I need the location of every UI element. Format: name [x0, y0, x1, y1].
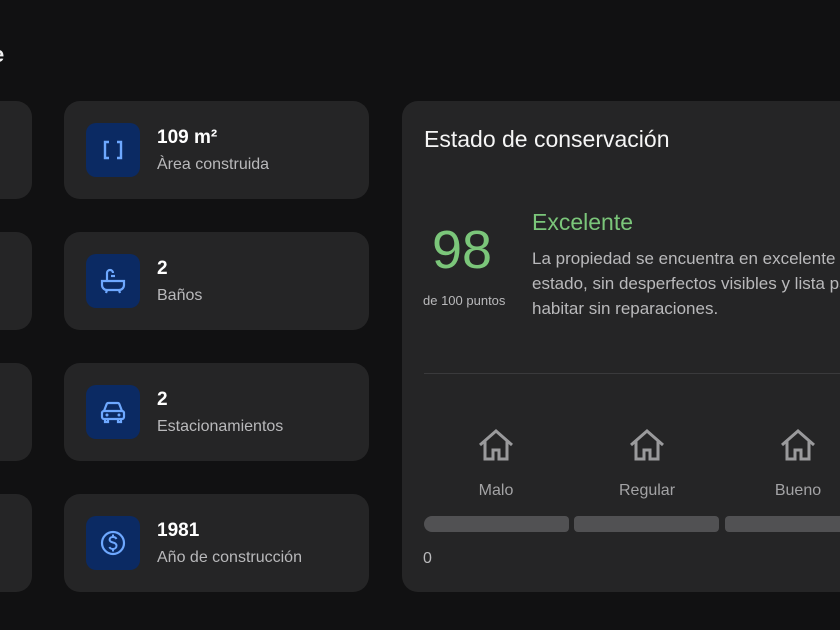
- scale-bar-segment: [574, 516, 719, 532]
- bathtub-icon: [86, 254, 140, 308]
- scale-min-label: 0: [423, 550, 432, 567]
- feature-value: 2: [157, 258, 168, 279]
- panel-title: Estado de conservación: [424, 126, 670, 152]
- feature-card-year: 1981 Año de construcción: [64, 494, 369, 592]
- section-title: e: [0, 42, 4, 68]
- page: e 109 m² Àrea construida 2 Baños: [0, 0, 840, 630]
- condition-panel: Estado de conservación 98 de 100 puntos …: [402, 101, 840, 592]
- score-caption: de 100 puntos: [423, 293, 506, 308]
- feature-label: Estacionamientos: [157, 418, 284, 435]
- scale-bar-segment: [424, 516, 569, 532]
- feature-value: 1981: [157, 520, 200, 541]
- divider: [424, 373, 840, 374]
- car-icon: [86, 385, 140, 439]
- feature-card-bathrooms: 2 Baños: [64, 232, 369, 330]
- scale-item-bueno[interactable]: Bueno: [743, 427, 840, 500]
- house-icon: [628, 427, 666, 468]
- scale-item-regular[interactable]: Regular: [592, 427, 702, 500]
- rating-label: Excelente: [532, 209, 634, 235]
- feature-value: 2: [157, 389, 168, 410]
- feature-label: Àrea construida: [157, 156, 270, 173]
- feature-label: Año de construcción: [157, 549, 302, 566]
- feature-card-area: 109 m² Àrea construida: [64, 101, 369, 199]
- scale-label: Malo: [478, 482, 514, 499]
- scale-bar-segment: [725, 516, 840, 532]
- scale-label: Regular: [618, 482, 676, 499]
- left-card[interactable]: [0, 232, 32, 330]
- left-card[interactable]: [0, 363, 32, 461]
- dollar-coin-icon: [86, 516, 140, 570]
- scale-label: Bueno: [774, 482, 822, 499]
- feature-card-parking: 2 Estacionamientos: [64, 363, 369, 461]
- rating-description: La propiedad se encuentra en excelente e…: [532, 249, 840, 318]
- score-number: 98: [432, 220, 493, 280]
- left-card[interactable]: [0, 101, 32, 199]
- feature-value: 109 m²: [157, 127, 218, 148]
- feature-label: Baños: [157, 287, 203, 304]
- area-brackets-icon: [86, 123, 140, 177]
- house-icon: [477, 427, 515, 468]
- left-card[interactable]: [0, 494, 32, 592]
- scale-item-malo[interactable]: Malo: [441, 427, 551, 500]
- house-icon: [779, 427, 817, 468]
